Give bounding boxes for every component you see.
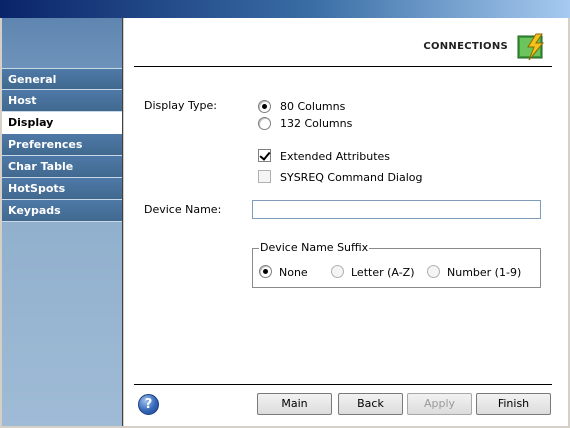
sidebar-item-char-table[interactable]: Char Table [2, 156, 122, 178]
footer-divider [134, 384, 552, 385]
suffix-none-label: None [279, 266, 308, 279]
device-name-input[interactable] [252, 200, 541, 219]
suffix-none-radio[interactable] [259, 265, 272, 278]
suffix-letter-label: Letter (A-Z) [351, 266, 415, 279]
sidebar: General Host Display Preferences Char Ta… [2, 18, 123, 426]
sidebar-item-preferences[interactable]: Preferences [2, 134, 122, 156]
window-title-bar [0, 0, 570, 18]
sidebar-item-display[interactable]: Display [2, 112, 122, 134]
sidebar-header [2, 18, 122, 68]
finish-button[interactable]: Finish [476, 393, 551, 415]
sidebar-item-hotspots[interactable]: HotSpots [2, 178, 122, 200]
extended-attributes-checkbox[interactable] [258, 149, 271, 162]
main-button[interactable]: Main [257, 393, 332, 415]
device-name-suffix-group: Device Name Suffix None Letter (A-Z) Num… [252, 241, 541, 288]
sysreq-dialog-checkbox[interactable] [258, 170, 271, 183]
header-divider [134, 66, 552, 67]
radio-132-columns[interactable] [258, 117, 271, 130]
sidebar-item-general[interactable]: General [2, 68, 122, 90]
back-button[interactable]: Back [338, 393, 403, 415]
suffix-number-radio[interactable] [427, 265, 440, 278]
content-panel: CONNECTIONS Display Type: 80 Columns 132… [124, 18, 568, 426]
sidebar-item-host[interactable]: Host [2, 90, 122, 112]
device-name-label: Device Name: [144, 203, 222, 216]
radio-132-columns-label: 132 Columns [280, 117, 353, 130]
radio-80-columns-label: 80 Columns [280, 100, 346, 113]
extended-attributes-label: Extended Attributes [280, 150, 391, 163]
suffix-letter-radio[interactable] [331, 265, 344, 278]
suffix-number-label: Number (1-9) [447, 266, 522, 279]
apply-button[interactable]: Apply [407, 393, 472, 415]
connections-lightning-icon [517, 33, 545, 61]
display-type-label: Display Type: [144, 99, 218, 112]
help-icon[interactable]: ? [138, 394, 159, 415]
sysreq-dialog-label: SYSREQ Command Dialog [280, 171, 423, 184]
page-title: CONNECTIONS [423, 41, 508, 52]
radio-80-columns[interactable] [258, 100, 271, 113]
sidebar-item-keypads[interactable]: Keypads [2, 200, 122, 222]
device-name-suffix-legend: Device Name Suffix [259, 241, 370, 254]
